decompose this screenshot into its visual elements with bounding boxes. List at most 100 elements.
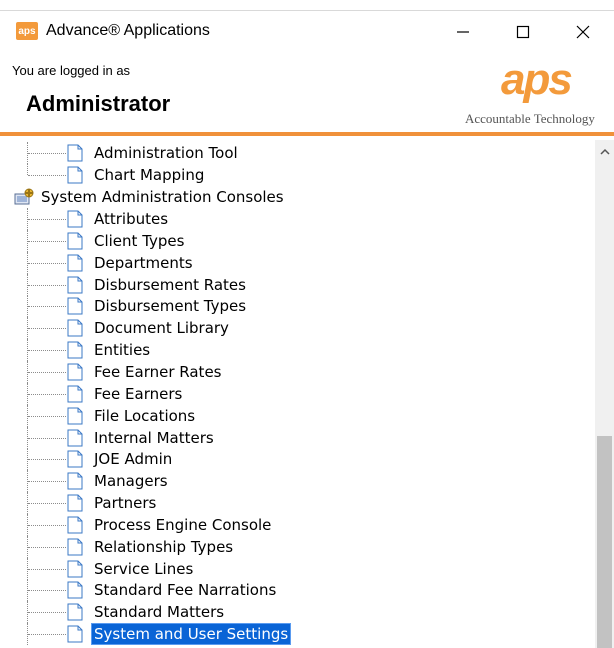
window-title: Advance® Applications — [46, 22, 210, 39]
document-icon — [67, 581, 83, 599]
tree-item[interactable]: Chart Mapping — [0, 164, 595, 186]
document-icon — [67, 144, 83, 162]
tree-connector — [28, 262, 66, 264]
tree-connector — [28, 568, 66, 570]
logo-mark: aps — [501, 55, 573, 104]
document-icon — [67, 166, 83, 184]
document-icon — [67, 363, 83, 381]
minimize-button[interactable] — [440, 16, 486, 48]
maximize-button[interactable] — [500, 16, 546, 48]
tree-connector — [28, 481, 66, 483]
vertical-scrollbar[interactable] — [595, 140, 614, 648]
tree-item-label: Client Types — [94, 231, 185, 250]
tree-item[interactable]: JOE Admin — [0, 448, 595, 471]
console-folder-icon — [14, 188, 34, 205]
tree-item[interactable]: Attributes — [0, 208, 595, 230]
document-icon — [67, 625, 83, 643]
document-icon — [67, 472, 83, 490]
document-icon — [67, 210, 83, 228]
tree-item-label: Administration Tool — [94, 144, 238, 162]
tree-connector — [28, 175, 66, 176]
tree-connector — [28, 240, 66, 242]
document-icon — [67, 407, 83, 425]
tree-item-label: Managers — [94, 472, 168, 491]
tree-item-label: Departments — [94, 253, 193, 272]
tree-item-label: Disbursement Rates — [94, 275, 246, 294]
tree-connector — [28, 459, 66, 461]
tree-item[interactable]: Client Types — [0, 229, 595, 252]
scroll-thumb[interactable] — [597, 436, 612, 648]
document-icon — [67, 560, 83, 578]
tree-item-label: Fee Earners — [94, 384, 183, 403]
document-icon — [67, 538, 83, 556]
tree-connector — [28, 524, 66, 526]
tree-connector — [28, 284, 66, 286]
tree-connector — [28, 350, 66, 352]
tree-connector — [27, 164, 28, 175]
tree-item[interactable]: Standard Matters — [0, 601, 595, 624]
tree-item[interactable]: Partners — [0, 492, 595, 515]
document-icon — [67, 232, 83, 250]
document-icon — [67, 276, 83, 294]
tree-item[interactable]: Service Lines — [0, 557, 595, 580]
tree-group-label: System Administration Consoles — [41, 188, 284, 206]
tree-item-label: Relationship Types — [94, 537, 234, 556]
tree-item[interactable]: Fee Earner Rates — [0, 360, 595, 383]
tree-item[interactable]: Administration Tool — [0, 142, 595, 164]
document-icon — [67, 385, 83, 403]
tree-item[interactable]: File Locations — [0, 404, 595, 427]
tree-item[interactable]: Disbursement Rates — [0, 273, 595, 296]
tree-connector — [28, 634, 66, 636]
tree-item[interactable]: Internal Matters — [0, 426, 595, 449]
tree-item[interactable]: Managers — [0, 470, 595, 493]
logged-in-label: You are logged in as — [12, 63, 131, 78]
tree-view[interactable]: Administration Tool Chart Mapping System… — [0, 140, 595, 648]
tree-item-label: Internal Matters — [94, 428, 214, 447]
minimize-icon — [457, 31, 469, 33]
aps-logo: aps Accountable Technology — [465, 55, 614, 129]
tree-connector — [28, 393, 66, 395]
header: You are logged in as Administrator aps A… — [0, 51, 614, 132]
chevron-up-icon — [599, 148, 610, 155]
tree-item[interactable]: Departments — [0, 251, 595, 274]
user-name: Administrator — [26, 91, 171, 116]
document-icon — [67, 297, 83, 315]
scroll-up-button[interactable] — [595, 144, 614, 160]
tree-connector — [28, 415, 66, 417]
tree-item[interactable]: Process Engine Console — [0, 513, 595, 536]
tree-item-selected[interactable]: System and User Settings — [0, 623, 595, 646]
document-icon — [67, 319, 83, 337]
logo-tagline: Accountable Technology — [465, 111, 595, 126]
top-edge — [0, 0, 614, 11]
tree-connector — [28, 612, 66, 614]
document-icon — [67, 341, 83, 359]
tree-item[interactable]: Document Library — [0, 317, 595, 340]
tree-item[interactable]: Entities — [0, 339, 595, 362]
tree-item-label: System and User Settings — [91, 623, 292, 646]
tree-connector — [28, 328, 66, 330]
document-icon — [67, 603, 83, 621]
tree-group-system-administration-consoles[interactable]: System Administration Consoles — [0, 186, 595, 208]
document-icon — [67, 450, 83, 468]
tree-connector — [28, 590, 66, 592]
tree-item[interactable]: Fee Earners — [0, 382, 595, 405]
tree-item-label: Document Library — [94, 319, 229, 338]
close-icon — [576, 25, 590, 39]
document-icon — [67, 254, 83, 272]
tree-connector — [28, 546, 66, 548]
document-icon — [67, 429, 83, 446]
close-button[interactable] — [560, 16, 606, 48]
tree-item-label: Process Engine Console — [94, 515, 272, 534]
tree-connector — [28, 371, 66, 373]
tree-connector — [28, 306, 66, 308]
tree-item[interactable]: Disbursement Types — [0, 295, 595, 318]
app-icon: aps — [16, 22, 38, 40]
tree-item-label: File Locations — [94, 406, 196, 425]
tree-item[interactable]: Relationship Types — [0, 535, 595, 558]
tree-item[interactable]: Standard Fee Narrations — [0, 579, 595, 602]
tree-connector — [28, 437, 66, 439]
tree-item-label: Standard Fee Narrations — [94, 581, 277, 600]
header-divider — [0, 132, 614, 136]
tree-item-label: Fee Earner Rates — [94, 362, 222, 381]
maximize-icon — [516, 25, 530, 39]
